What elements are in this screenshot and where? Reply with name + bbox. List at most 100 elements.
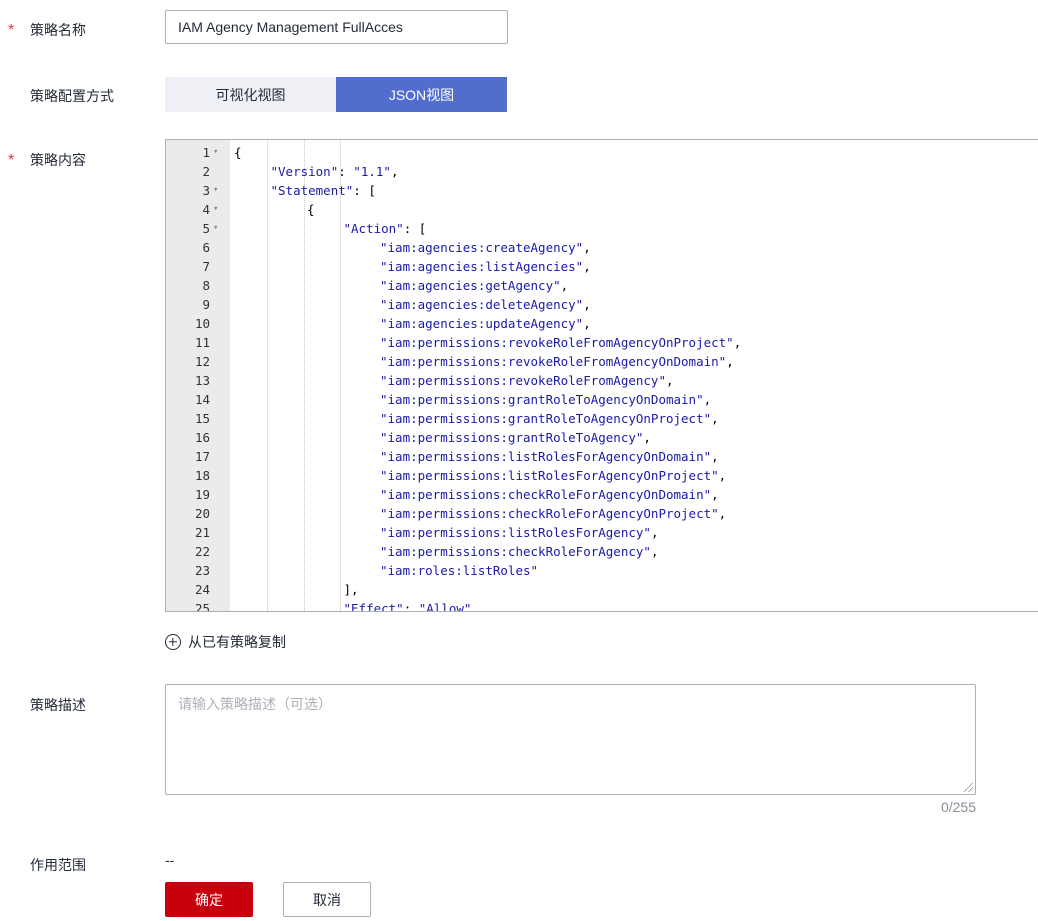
copy-from-existing-policy-link[interactable]: 从已有策略复制 (165, 632, 286, 652)
line-number: 18 (194, 468, 210, 483)
code-text: "iam:permissions:revokeRoleFromAgencyOnP… (380, 335, 742, 350)
policy-name-label: 策略名称 (30, 22, 86, 38)
line-number: 14 (194, 392, 210, 407)
line-number: 5 (202, 221, 210, 236)
code-line: 8 "iam:agencies:getAgency", (166, 276, 1038, 295)
fold-caret-icon[interactable]: ▾ (213, 181, 218, 200)
code-line: 9 "iam:agencies:deleteAgency", (166, 295, 1038, 314)
line-number: 3 (202, 183, 210, 198)
code-line: 21 "iam:permissions:listRolesForAgency", (166, 523, 1038, 542)
code-line: 14 "iam:permissions:grantRoleToAgencyOnDo… (166, 390, 1038, 409)
line-number: 17 (194, 449, 210, 464)
code-text: "Effect": "Allow" (343, 601, 472, 612)
line-number: 24 (194, 582, 210, 597)
char-counter: 0/255 (940, 799, 976, 815)
code-line: 5 ▾ "Action": [ (166, 219, 1038, 238)
copy-link-label: 从已有策略复制 (188, 634, 286, 650)
code-text: "iam:agencies:createAgency", (380, 240, 591, 255)
line-number: 13 (194, 373, 210, 388)
json-code-editor[interactable]: 1 ▾{2 "Version": "1.1", 3 ▾ "Statement": [4 ▾{… (165, 139, 1038, 612)
code-line: 15 "iam:permissions:grantRoleToAgencyOnPr… (166, 409, 1038, 428)
code-line: 25 "Effect": "Allow" (166, 599, 1038, 612)
line-number: 9 (202, 297, 210, 312)
line-number: 4 (202, 202, 210, 217)
tab-json-view[interactable]: JSON视图 (336, 77, 507, 112)
plus-circle-icon (165, 634, 181, 650)
code-text: "iam:permissions:grantRoleToAgencyOnDoma… (380, 392, 712, 407)
code-line: 19 "iam:permissions:checkRoleForAgencyOnD… (166, 485, 1038, 504)
line-number: 25 (194, 601, 210, 612)
code-text: { (234, 145, 242, 160)
required-mark: * (8, 22, 15, 39)
line-number: 12 (194, 354, 210, 369)
code-line: 3 ▾ "Statement": [ (166, 181, 1038, 200)
line-number: 1 (202, 145, 210, 160)
code-line: 23 "iam:roles:listRoles" (166, 561, 1038, 580)
code-text: "iam:agencies:deleteAgency", (380, 297, 591, 312)
code-text: "iam:permissions:revokeRoleFromAgency", (380, 373, 674, 388)
config-mode-label: 策略配置方式 (30, 88, 114, 104)
code-line: 17 "iam:permissions:listRolesForAgencyOnD… (166, 447, 1038, 466)
code-line: 4 ▾ { (166, 200, 1038, 219)
code-text: "iam:permissions:grantRoleToAgencyOnProj… (380, 411, 719, 426)
code-text: "iam:permissions:checkRoleForAgency", (380, 544, 659, 559)
code-line: 12 "iam:permissions:revokeRoleFromAgencyO… (166, 352, 1038, 371)
code-line: 6 "iam:agencies:createAgency", (166, 238, 1038, 257)
fold-caret-icon[interactable]: ▾ (213, 143, 218, 162)
fold-caret-icon[interactable]: ▾ (213, 219, 218, 238)
policy-name-input[interactable] (165, 10, 508, 44)
resize-handle-icon[interactable] (964, 783, 973, 792)
code-line: 13 "iam:permissions:revokeRoleFromAgency"… (166, 371, 1038, 390)
code-text: "iam:permissions:checkRoleForAgencyOnDom… (380, 487, 719, 502)
code-text: "iam:permissions:listRolesForAgency", (380, 525, 659, 540)
cancel-button[interactable]: 取消 (283, 882, 371, 917)
code-text: "iam:roles:listRoles" (380, 563, 539, 578)
code-text: "iam:permissions:checkRoleForAgencyOnPro… (380, 506, 727, 521)
code-line: 18 "iam:permissions:listRolesForAgencyOnP… (166, 466, 1038, 485)
fold-caret-icon[interactable]: ▾ (213, 200, 218, 219)
code-text: "iam:agencies:updateAgency", (380, 316, 591, 331)
code-line: 16 "iam:permissions:grantRoleToAgency", (166, 428, 1038, 447)
code-line: 10 "iam:agencies:updateAgency", (166, 314, 1038, 333)
code-line: 22 "iam:permissions:checkRoleForAgency", (166, 542, 1038, 561)
line-number: 21 (194, 525, 210, 540)
code-line: 24], (166, 580, 1038, 599)
line-number: 2 (202, 164, 210, 179)
line-number: 10 (194, 316, 210, 331)
code-line: 7 "iam:agencies:listAgencies", (166, 257, 1038, 276)
scope-value: -- (165, 852, 175, 868)
confirm-button[interactable]: 确定 (165, 882, 253, 917)
line-number: 8 (202, 278, 210, 293)
code-text: { (307, 202, 315, 217)
line-number: 7 (202, 259, 210, 274)
scope-label: 作用范围 (30, 857, 86, 873)
code-text: "iam:agencies:listAgencies", (380, 259, 591, 274)
code-line: 2 "Version": "1.1", (166, 162, 1038, 181)
code-text: "iam:agencies:getAgency", (380, 278, 569, 293)
code-line: 20 "iam:permissions:checkRoleForAgencyOnP… (166, 504, 1038, 523)
code-text: "iam:permissions:grantRoleToAgency", (380, 430, 651, 445)
code-line: 11 "iam:permissions:revokeRoleFromAgencyO… (166, 333, 1038, 352)
tab-visual-view[interactable]: 可视化视图 (165, 77, 336, 112)
line-number: 22 (194, 544, 210, 559)
line-number: 16 (194, 430, 210, 445)
line-number: 11 (194, 335, 210, 350)
required-mark: * (8, 152, 15, 169)
line-number: 20 (194, 506, 210, 521)
code-line: 1 ▾ { (166, 143, 1038, 162)
line-number: 19 (194, 487, 210, 502)
line-number: 23 (194, 563, 210, 578)
policy-description-label: 策略描述 (30, 697, 86, 713)
policy-content-label: 策略内容 (30, 152, 86, 168)
code-text: "iam:permissions:listRolesForAgencyOnPro… (380, 468, 727, 483)
code-lines: 1 ▾{2 "Version": "1.1", 3 ▾ "Statement": [4 ▾{… (166, 143, 1038, 612)
code-text: "iam:permissions:listRolesForAgencyOnDom… (380, 449, 719, 464)
line-number: 6 (202, 240, 210, 255)
code-text: ], (343, 582, 359, 597)
code-text: "Action": [ (343, 221, 427, 236)
code-text: "Version": "1.1", (270, 164, 399, 179)
policy-description-input[interactable] (165, 684, 976, 795)
line-number: 15 (194, 411, 210, 426)
code-text: "Statement": [ (270, 183, 376, 198)
code-text: "iam:permissions:revokeRoleFromAgencyOnD… (380, 354, 734, 369)
